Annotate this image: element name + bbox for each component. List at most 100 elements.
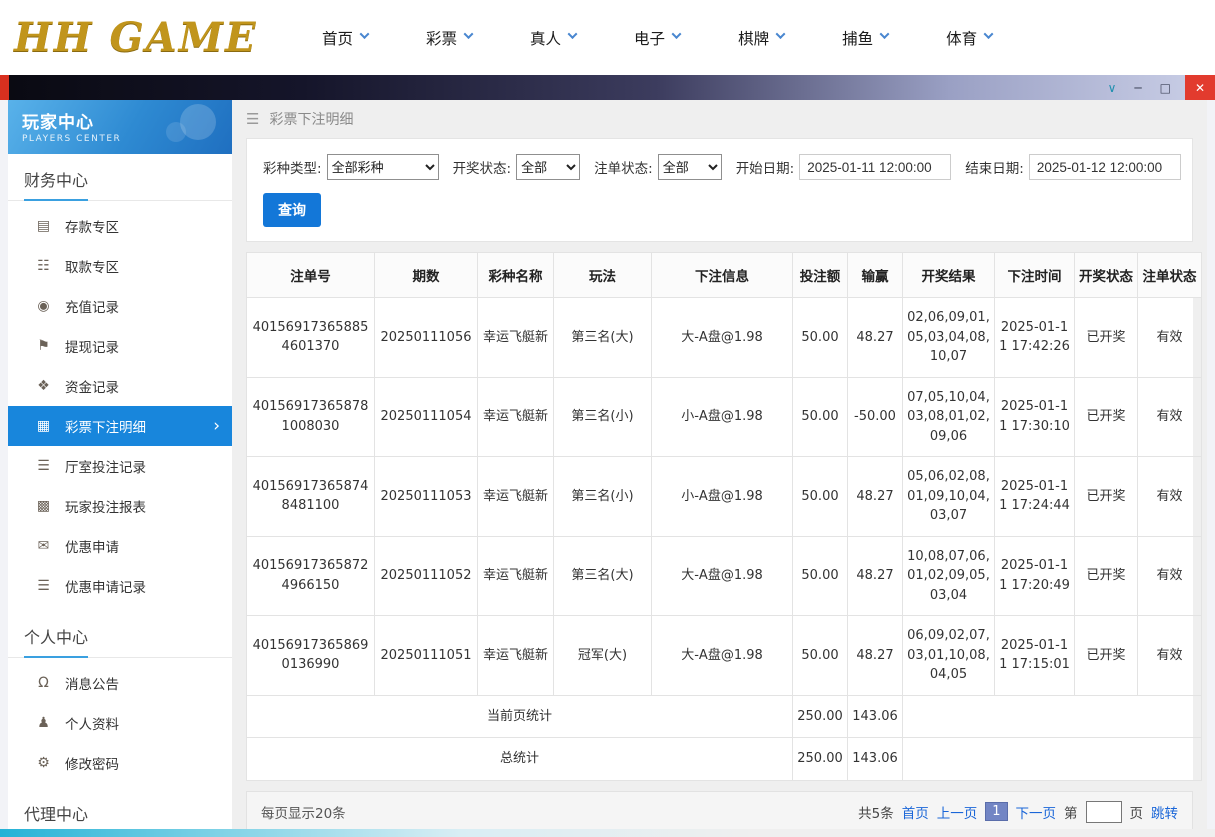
sidebar-item-label: 个人资料 [65, 717, 119, 733]
table-cell: 有效 [1137, 535, 1202, 616]
window-titlebar: ∨ ─ □ ✕ [0, 75, 1215, 100]
sidebar-item-change-password[interactable]: ⚙ 修改密码 [8, 743, 232, 783]
prev-page-link[interactable]: 上一页 [937, 802, 978, 822]
titlebar-left-accent [0, 75, 9, 100]
lottery-type-select[interactable]: 全部彩种 [326, 154, 439, 180]
sidebar-item-recharge-records[interactable]: ◉ 充值记录 [8, 286, 232, 326]
sidebar-item-deposit-zone[interactable]: ▤ 存款专区 [8, 206, 232, 246]
table-cell: 2025-01-11 17:24:44 [994, 456, 1075, 537]
sidebar-item-withdraw-zone[interactable]: ☷ 取款专区 [8, 246, 232, 286]
sidebar-item-announcements[interactable]: Ω 消息公告 [8, 663, 232, 703]
summary-bet-total: 250.00 [792, 737, 848, 781]
nav-item-live[interactable]: 真人 [530, 27, 578, 49]
order-status-select[interactable]: 全部 [657, 154, 722, 180]
window-minimize-icon[interactable]: ─ [1134, 82, 1141, 94]
summary-empty [902, 694, 1202, 738]
sidebar-item-label: 玩家投注报表 [65, 500, 146, 516]
menu-icon[interactable]: ☰ [246, 110, 259, 128]
sidebar-item-funds-records[interactable]: ❖ 资金记录 [8, 366, 232, 406]
pagination-bar: 每页显示20条 共5条 首页 上一页 1 下一页 第 页 跳转 [246, 790, 1193, 833]
table-row: 401569173658690136990 20250111051 幸运飞艇新 冠军(… [246, 615, 1202, 696]
table-header-row: 注单号 期数 彩种名称 玩法 下注信息 投注额 输赢 开奖结果 下注时间 开奖状… [246, 252, 1202, 298]
chevron-down-icon [983, 29, 994, 40]
end-date-input[interactable] [1028, 154, 1181, 180]
nav-item-cards[interactable]: 棋牌 [738, 27, 786, 49]
chevron-down-icon [879, 29, 890, 40]
table-cell: 50.00 [792, 297, 848, 378]
sidebar-item-lottery-bet-details[interactable]: ▦ 彩票下注明细 › [8, 406, 232, 446]
filter-lottery-type: 彩种类型: 全部彩种 [263, 154, 439, 180]
bet-table: 注单号 期数 彩种名称 玩法 下注信息 投注额 输赢 开奖结果 下注时间 开奖状… [246, 252, 1202, 781]
table-cell: 10,08,07,06,01,02,09,05,03,04 [902, 535, 995, 616]
filter-start-date: 开始日期: [736, 154, 952, 180]
jump-page-input[interactable] [1085, 800, 1122, 823]
nav-item-home[interactable]: 首页 [322, 27, 370, 49]
window-maximize-icon[interactable]: □ [1160, 82, 1171, 94]
table-header: 投注额 [792, 252, 848, 298]
window-left-frame [0, 100, 8, 837]
table-cell: 第三名(大) [553, 535, 652, 616]
sidebar-item-label: 充值记录 [65, 300, 119, 316]
sidebar-item-promo-apply-records[interactable]: ☰ 优惠申请记录 [8, 566, 232, 606]
sidebar-title: 玩家中心 [22, 113, 94, 133]
summary-empty [902, 737, 1202, 781]
nav-item-lottery[interactable]: 彩票 [426, 27, 474, 49]
table-row: 401569173658781008030 20250111054 幸运飞艇新 第三名… [246, 376, 1202, 457]
table-row: 401569173658724966150 20250111052 幸运飞艇新 第三名… [246, 535, 1202, 616]
chevron-right-icon: › [213, 415, 220, 436]
table-cell: 幸运飞艇新 [477, 535, 554, 616]
table-cell: 冠军(大) [553, 615, 652, 696]
sidebar-item-promo-apply[interactable]: ✉ 优惠申请 [8, 526, 232, 566]
window-dropdown-icon[interactable]: ∨ [1108, 82, 1117, 94]
jump-prefix-text: 第 [1064, 805, 1078, 822]
main-row: 玩家中心 PLAYERS CENTER 财务中心 ▤ 存款专区 ☷ 取款专区 ◉ 充值… [0, 100, 1215, 837]
user-icon: ♟ [37, 715, 50, 731]
next-page-link[interactable]: 下一页 [1016, 802, 1057, 822]
table-cell: 05,06,02,08,01,09,10,04,03,07 [902, 456, 995, 537]
first-page-link[interactable]: 首页 [902, 802, 929, 822]
table-cell: 48.27 [847, 615, 903, 696]
window-close-button[interactable]: ✕ [1185, 75, 1215, 100]
lottery-type-label: 彩种类型: [263, 161, 322, 177]
sidebar-section-personal[interactable]: 个人中心 [8, 611, 232, 658]
table-cell: 401569173658724966150 [246, 535, 375, 616]
chevron-down-icon [463, 29, 474, 40]
summary-winloss-total: 143.06 [847, 694, 903, 738]
table-header: 下注时间 [994, 252, 1075, 298]
table-header: 开奖状态 [1074, 252, 1138, 298]
table-cell: 48.27 [847, 535, 903, 616]
nav-item-fishing[interactable]: 捕鱼 [842, 27, 890, 49]
sidebar-item-label: 彩票下注明细 [65, 420, 146, 436]
sidebar-item-profile[interactable]: ♟ 个人资料 [8, 703, 232, 743]
lottery-detail-icon: ▦ [36, 418, 51, 434]
sidebar-section-agent[interactable]: 代理中心 [8, 788, 232, 835]
jump-button[interactable]: 跳转 [1151, 802, 1178, 822]
table-cell: 401569173658690136990 [246, 615, 375, 696]
nav-item-sports[interactable]: 体育 [946, 27, 994, 49]
promo-record-icon: ☰ [37, 578, 50, 594]
sidebar-section-finance[interactable]: 财务中心 [8, 154, 232, 201]
sidebar-item-label: 存款专区 [65, 220, 119, 236]
sidebar-item-label: 优惠申请 [65, 540, 119, 556]
table-cell: 48.27 [847, 456, 903, 537]
nav-label: 首页 [322, 29, 354, 48]
current-page-indicator[interactable]: 1 [985, 802, 1008, 821]
table-header: 下注信息 [651, 252, 793, 298]
recharge-record-icon: ◉ [37, 298, 50, 314]
sidebar-item-label: 取款专区 [65, 260, 119, 276]
sidebar-item-hall-bet-records[interactable]: ☰ 厅室投注记录 [8, 446, 232, 486]
search-button[interactable]: 查询 [263, 193, 321, 227]
summary-row-current-page: 当前页统计 250.00 143.06 [246, 694, 1202, 738]
table-cell: 小-A盘@1.98 [651, 376, 793, 457]
summary-label: 总统计 [246, 737, 793, 781]
start-date-input[interactable] [799, 154, 952, 180]
table-cell: 50.00 [792, 456, 848, 537]
filter-order-status: 注单状态: 全部 [594, 154, 722, 180]
sidebar-item-player-bet-report[interactable]: ▩ 玩家投注报表 [8, 486, 232, 526]
table-cell: 50.00 [792, 376, 848, 457]
draw-status-select[interactable]: 全部 [516, 154, 581, 180]
withdrawal-record-icon: ⚑ [37, 338, 50, 354]
sidebar-item-withdrawal-records[interactable]: ⚑ 提现记录 [8, 326, 232, 366]
start-date-label: 开始日期: [735, 161, 795, 177]
nav-item-slots[interactable]: 电子 [634, 27, 682, 49]
